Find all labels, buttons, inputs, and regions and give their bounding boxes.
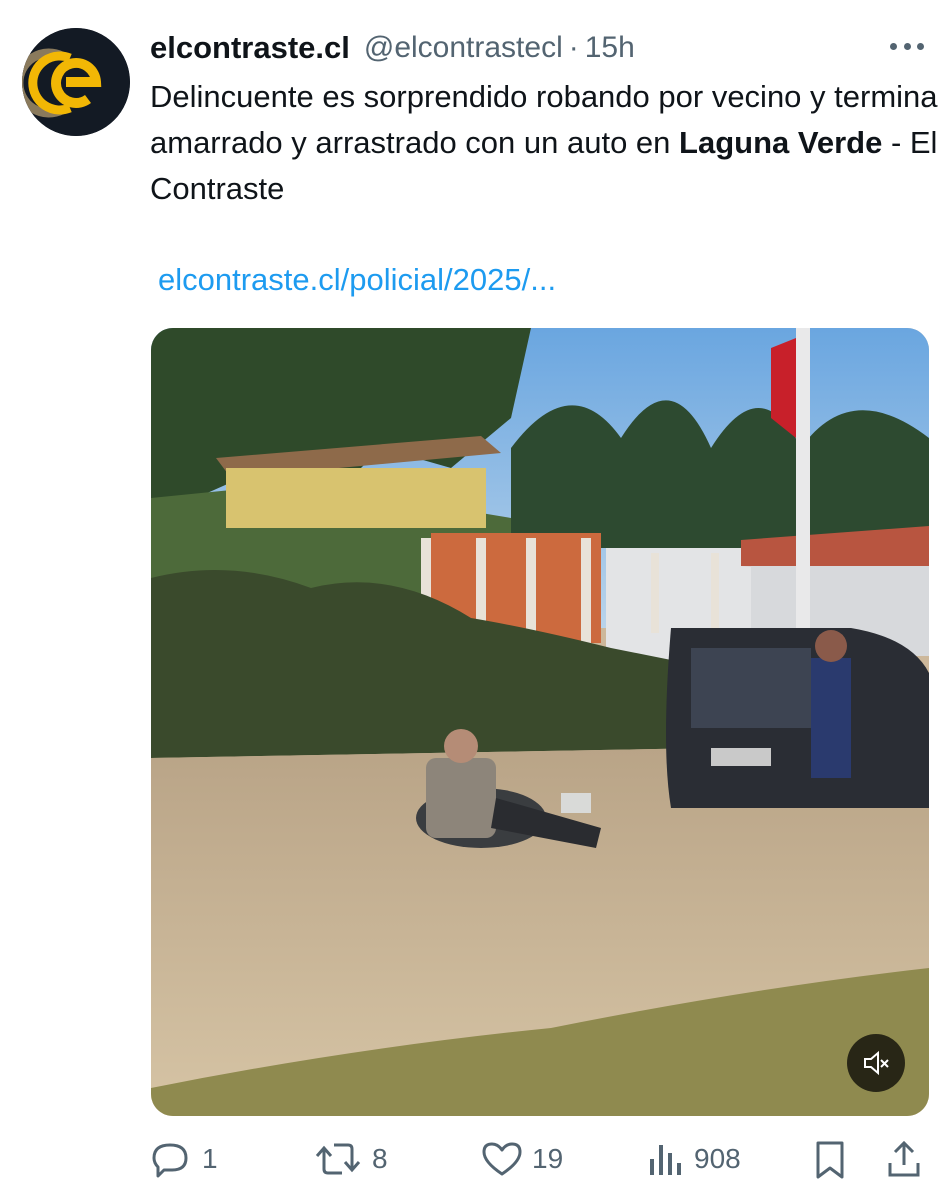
action-bar: 1 8 19 908 [150,1134,930,1184]
share-button[interactable] [884,1134,924,1184]
timestamp[interactable]: 15h [585,31,635,65]
bookmark-icon [816,1141,844,1179]
speaker-muted-icon[interactable] [847,1034,905,1092]
repost-count: 8 [372,1143,388,1174]
elcontraste-logo-icon [22,28,130,136]
views-button[interactable]: 908 [646,1134,741,1184]
bookmark-button[interactable] [810,1134,850,1184]
views-count: 908 [694,1143,741,1174]
tweet-header: elcontraste.cl @elcontrastecl · 15h [150,26,932,70]
reply-button[interactable]: 1 [150,1134,218,1184]
like-count: 19 [532,1143,564,1174]
repost-icon [315,1143,361,1175]
display-name[interactable]: elcontraste.cl [150,30,350,66]
reply-count: 1 [202,1143,218,1174]
tweet-text-bold: Laguna Verde [679,125,883,160]
share-icon [888,1140,920,1177]
video-thumbnail [151,328,929,1116]
reply-icon [152,1143,188,1178]
handle[interactable]: @elcontrastecl [364,31,563,65]
video-player[interactable] [151,328,929,1116]
more-options-icon[interactable] [890,36,924,56]
like-button[interactable]: 19 [480,1134,563,1184]
tweet-text: Delincuente es sorprendido robando por v… [150,74,940,212]
separator-dot: · [568,31,579,64]
avatar[interactable] [22,28,130,136]
heart-icon [482,1142,522,1176]
views-bar-chart-icon [650,1145,681,1175]
repost-button[interactable]: 8 [312,1134,388,1184]
article-link[interactable]: elcontraste.cl/policial/2025/... [158,262,556,298]
